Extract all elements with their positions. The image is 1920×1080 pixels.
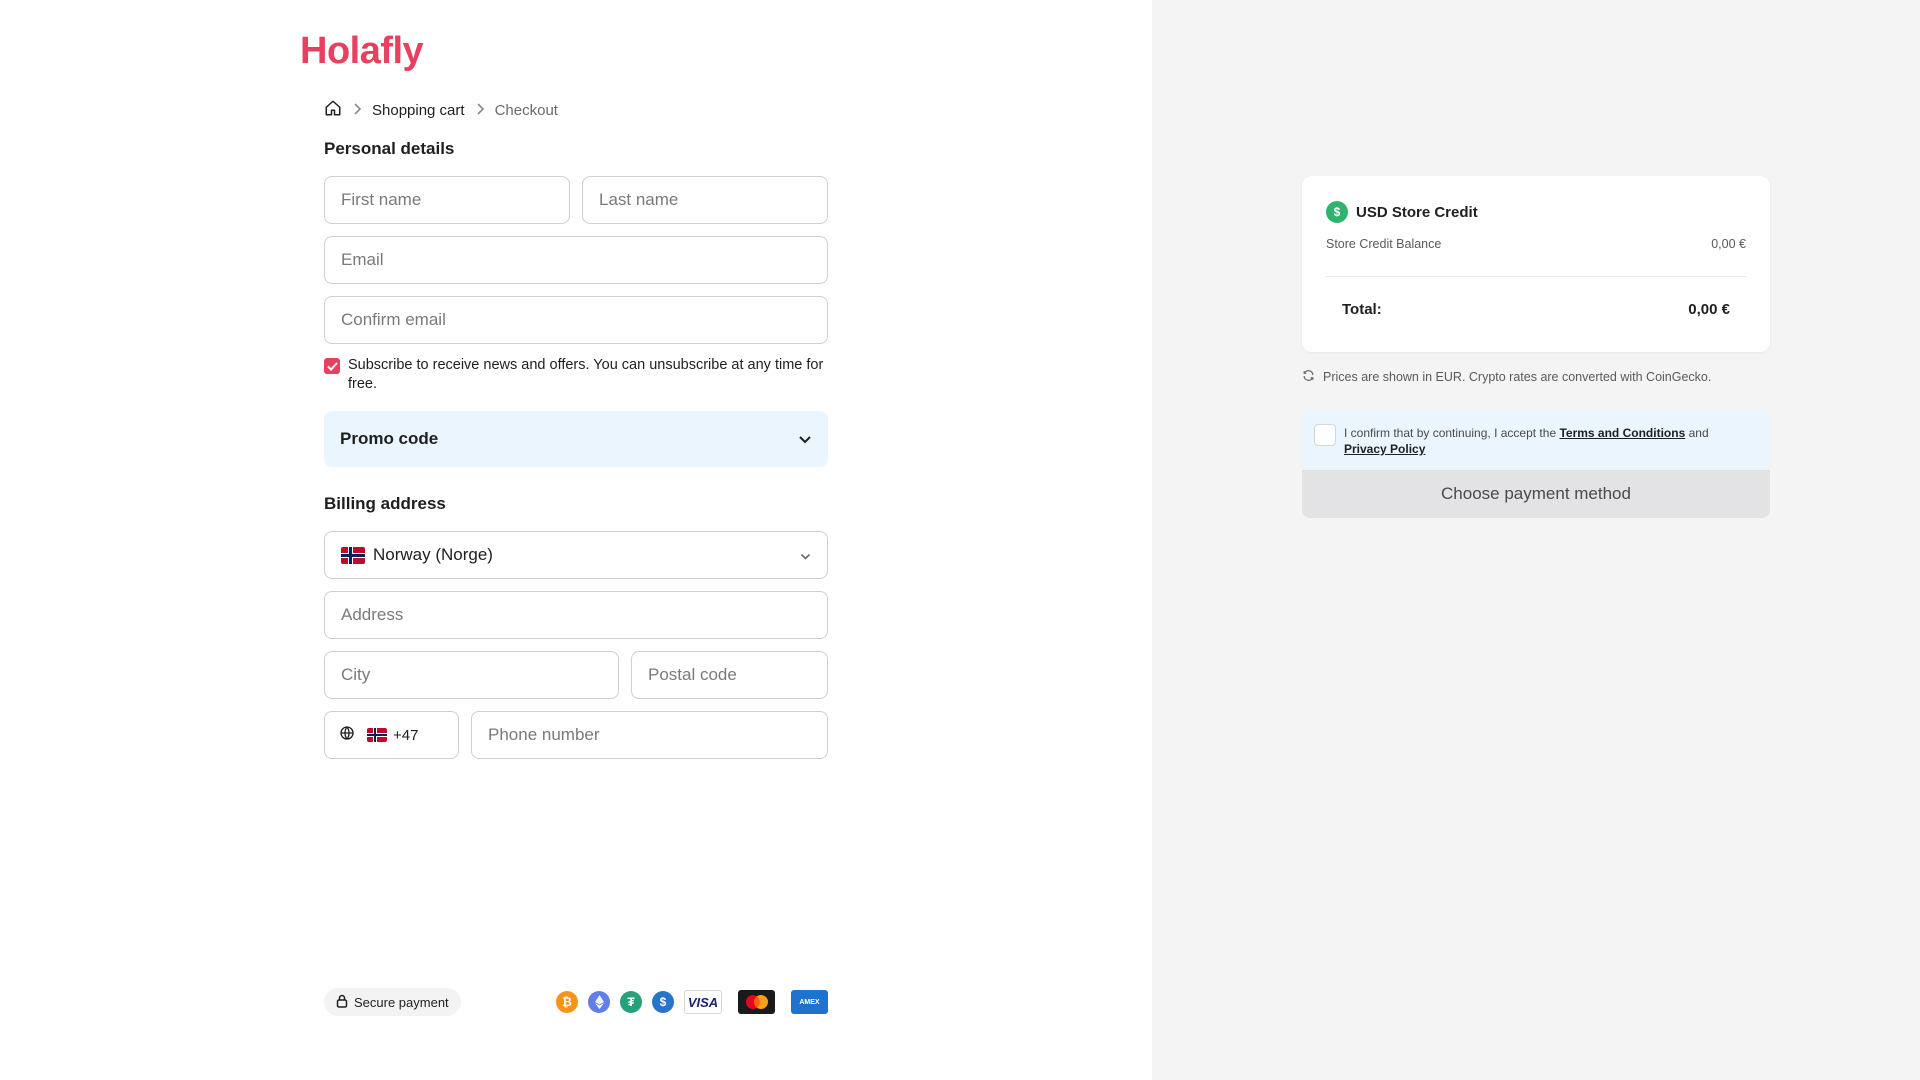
- postal-code-input[interactable]: [648, 665, 811, 685]
- terms-confirmation: I confirm that by continuing, I accept t…: [1302, 410, 1770, 470]
- lock-icon: [336, 994, 348, 1011]
- subscribe-option: Subscribe to receive news and offers. Yo…: [324, 356, 828, 394]
- promo-code-label: Promo code: [340, 429, 439, 448]
- terms-prefix: I confirm that by continuing, I accept t…: [1344, 426, 1557, 440]
- home-icon[interactable]: [324, 99, 342, 121]
- chevron-right-icon: [475, 102, 485, 119]
- terms-and: and: [1688, 426, 1709, 440]
- phone-number-input[interactable]: [488, 725, 811, 745]
- country-select[interactable]: Norway (Norge): [324, 531, 828, 579]
- balance-label: Store Credit Balance: [1326, 237, 1442, 251]
- secure-payment-label: Secure payment: [354, 994, 449, 1010]
- address-input[interactable]: [341, 605, 811, 625]
- privacy-policy-link[interactable]: Privacy Policy: [1344, 442, 1425, 456]
- first-name-input[interactable]: [341, 190, 553, 210]
- total-value: 0,00 €: [1688, 301, 1730, 318]
- globe-icon: [339, 725, 355, 745]
- breadcrumb-shopping-cart[interactable]: Shopping cart: [372, 102, 465, 119]
- confirm-email-input[interactable]: [341, 310, 811, 330]
- chevron-down-icon: [800, 545, 811, 565]
- tether-icon: ₮: [620, 991, 642, 1013]
- terms-and-conditions-link[interactable]: Terms and Conditions: [1559, 426, 1685, 440]
- ethereum-icon: [588, 991, 610, 1013]
- balance-value: 0,00 €: [1711, 237, 1746, 251]
- prices-note: Prices are shown in EUR. Crypto rates ar…: [1302, 369, 1711, 385]
- phone-prefix-value: +47: [393, 726, 419, 744]
- store-credit-header: $ USD Store Credit: [1326, 201, 1478, 223]
- email-field[interactable]: [324, 236, 828, 284]
- last-name-input[interactable]: [599, 190, 811, 210]
- chevron-right-icon: [352, 102, 362, 119]
- bitcoin-icon: ₿: [556, 991, 578, 1013]
- prices-note-text: Prices are shown in EUR. Crypto rates ar…: [1323, 370, 1712, 384]
- first-name-field[interactable]: [324, 176, 570, 224]
- subscribe-checkbox[interactable]: [324, 358, 340, 374]
- divider: [1326, 276, 1746, 277]
- dollar-icon: $: [1326, 201, 1348, 223]
- billing-address-title: Billing address: [324, 494, 446, 513]
- mastercard-icon: [738, 990, 775, 1014]
- subscribe-label: Subscribe to receive news and offers. Yo…: [348, 357, 824, 392]
- chevron-down-icon: [798, 429, 812, 449]
- phone-country-select[interactable]: +47: [324, 711, 459, 759]
- choose-payment-method-button[interactable]: Choose payment method: [1302, 470, 1770, 518]
- phone-number-field[interactable]: [471, 711, 828, 759]
- store-credit-balance-row: Store Credit Balance 0,00 €: [1326, 237, 1746, 251]
- terms-text: I confirm that by continuing, I accept t…: [1344, 425, 1709, 457]
- norway-flag-icon: [367, 728, 387, 742]
- order-summary-panel: [1152, 0, 1920, 1080]
- norway-flag-icon: [341, 546, 365, 564]
- store-credit-title: USD Store Credit: [1356, 203, 1478, 221]
- visa-icon: VISA: [684, 990, 722, 1014]
- address-field[interactable]: [324, 591, 828, 639]
- amex-icon: AMEX: [791, 990, 828, 1014]
- refresh-icon: [1302, 369, 1315, 385]
- country-value: Norway (Norge): [373, 545, 493, 564]
- checkout-form-panel: Holafly Shopping cart Checkout Personal …: [0, 0, 1152, 1080]
- last-name-field[interactable]: [582, 176, 828, 224]
- city-input[interactable]: [341, 665, 602, 685]
- email-input[interactable]: [341, 250, 811, 270]
- promo-code-toggle[interactable]: Promo code: [324, 411, 828, 467]
- breadcrumb: Shopping cart Checkout: [324, 99, 558, 121]
- holafly-logo[interactable]: Holafly: [300, 30, 424, 73]
- payment-methods: ₿ ₮ $ VISA AMEX: [556, 990, 828, 1014]
- terms-checkbox[interactable]: [1314, 424, 1336, 446]
- payment-footer: Secure payment ₿ ₮ $ VISA AMEX: [324, 988, 828, 1016]
- total-label: Total:: [1342, 301, 1382, 318]
- secure-payment-badge: Secure payment: [324, 988, 461, 1016]
- usdc-icon: $: [652, 991, 674, 1013]
- total-row: Total: 0,00 €: [1342, 301, 1730, 318]
- city-field[interactable]: [324, 651, 619, 699]
- personal-details-title: Personal details: [324, 139, 455, 158]
- breadcrumb-checkout: Checkout: [494, 101, 558, 119]
- confirm-email-field[interactable]: [324, 296, 828, 344]
- store-credit-card: $ USD Store Credit Store Credit Balance …: [1302, 176, 1770, 352]
- logo-text: Holafly: [300, 30, 424, 72]
- postal-code-field[interactable]: [631, 651, 828, 699]
